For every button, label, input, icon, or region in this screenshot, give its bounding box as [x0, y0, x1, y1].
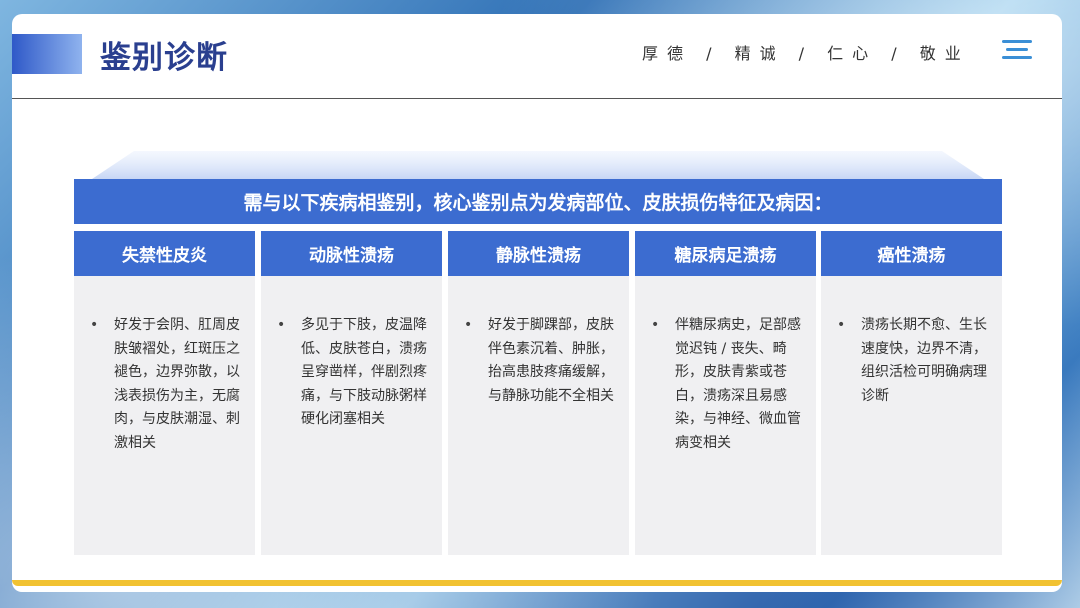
column-text: 多见于下肢，皮温降低、皮肤苍白，溃疡呈穿凿样，伴剧烈疼痛，与下肢动脉粥样硬化闭塞…: [301, 317, 427, 427]
banner-heading: 需与以下疾病相鉴别，核心鉴别点为发病部位、皮肤损伤特征及病因：: [74, 179, 1002, 224]
column-body: • 多见于下肢，皮温降低、皮肤苍白，溃疡呈穿凿样，伴剧烈疼痛，与下肢动脉粥样硬化…: [261, 276, 442, 432]
column-body: • 好发于脚踝部，皮肤伴色素沉着、肿胀，抬高患肢疼痛缓解，与静脉功能不全相关: [448, 276, 629, 408]
bullet-icon: •: [651, 317, 660, 333]
slide-card: 鉴别诊断 厚德 / 精诚 / 仁心 / 敬业 需与以下疾病相鉴别，核心鉴别点为发…: [12, 14, 1062, 592]
bullet-icon: •: [837, 317, 846, 333]
column-venous-ulcer: 静脉性溃疡 • 好发于脚踝部，皮肤伴色素沉着、肿胀，抬高患肢疼痛缓解，与静脉功能…: [448, 231, 629, 555]
bottom-accent-bar: [12, 580, 1062, 586]
menu-icon: [1002, 40, 1032, 60]
column-text: 溃疡长期不愈、生长速度快，边界不清，组织活检可明确病理诊断: [861, 317, 987, 404]
column-body: • 好发于会阴、肛周皮肤皱褶处，红斑压之褪色，边界弥散，以浅表损伤为主，无腐肉，…: [74, 276, 255, 455]
column-body: • 伴糖尿病史，足部感觉迟钝 / 丧失、畸形，皮肤青紫或苍白，溃疡深且易感染，与…: [635, 276, 816, 455]
page-title: 鉴别诊断: [100, 40, 228, 76]
title-accent-block: [12, 34, 82, 74]
column-title: 癌性溃疡: [821, 231, 1002, 276]
column-title: 静脉性溃疡: [448, 231, 629, 276]
motto-text: 厚德 / 精诚 / 仁心 / 敬业: [642, 44, 970, 63]
bullet-icon: •: [90, 317, 99, 333]
column-incontinence-dermatitis: 失禁性皮炎 • 好发于会阴、肛周皮肤皱褶处，红斑压之褪色，边界弥散，以浅表损伤为…: [74, 231, 255, 555]
header-divider: [12, 98, 1062, 99]
column-text: 好发于脚踝部，皮肤伴色素沉着、肿胀，抬高患肢疼痛缓解，与静脉功能不全相关: [488, 317, 614, 404]
column-diabetic-foot-ulcer: 糖尿病足溃疡 • 伴糖尿病史，足部感觉迟钝 / 丧失、畸形，皮肤青紫或苍白，溃疡…: [635, 231, 816, 555]
column-malignant-ulcer: 癌性溃疡 • 溃疡长期不愈、生长速度快，边界不清，组织活检可明确病理诊断: [821, 231, 1002, 555]
bullet-icon: •: [464, 317, 473, 333]
column-title: 糖尿病足溃疡: [635, 231, 816, 276]
column-text: 好发于会阴、肛周皮肤皱褶处，红斑压之褪色，边界弥散，以浅表损伤为主，无腐肉，与皮…: [114, 317, 240, 451]
column-body: • 溃疡长期不愈、生长速度快，边界不清，组织活检可明确病理诊断: [821, 276, 1002, 408]
column-arterial-ulcer: 动脉性溃疡 • 多见于下肢，皮温降低、皮肤苍白，溃疡呈穿凿样，伴剧烈疼痛，与下肢…: [261, 231, 442, 555]
column-title: 动脉性溃疡: [261, 231, 442, 276]
bullet-icon: •: [277, 317, 286, 333]
column-text: 伴糖尿病史，足部感觉迟钝 / 丧失、畸形，皮肤青紫或苍白，溃疡深且易感染，与神经…: [675, 317, 801, 451]
column-title: 失禁性皮炎: [74, 231, 255, 276]
